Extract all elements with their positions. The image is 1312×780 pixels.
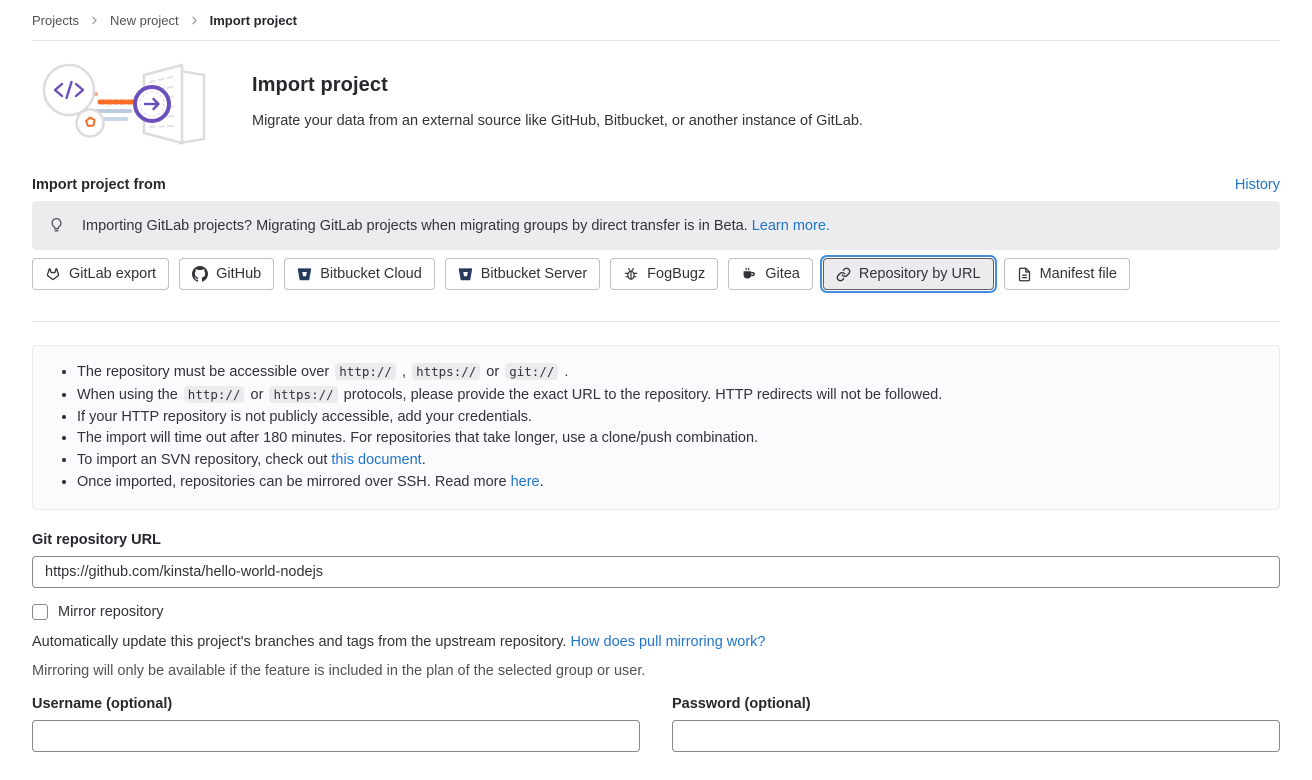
import-source-label: Repository by URL: [859, 266, 981, 282]
info-bullet: If your HTTP repository is not publicly …: [77, 407, 1263, 429]
import-illustration: [32, 61, 224, 149]
banner-text: Importing GitLab projects? Migrating Git…: [82, 218, 830, 234]
breadcrumb-new-project[interactable]: New project: [110, 13, 179, 28]
import-source-fogbugz[interactable]: FogBugz: [610, 258, 718, 290]
chevron-right-icon: [88, 14, 101, 27]
history-link[interactable]: History: [1235, 177, 1280, 193]
git-repo-url-label: Git repository URL: [32, 532, 1280, 548]
gitea-icon: [741, 266, 757, 282]
mirror-help-text: Automatically update this project's bran…: [32, 634, 1280, 650]
inline-link[interactable]: this document: [331, 452, 421, 468]
import-source-buttons: GitLab export GitHub Bitbucket Cloud Bit…: [32, 258, 1280, 290]
bitbucket-icon: [297, 267, 312, 282]
username-input[interactable]: [32, 720, 640, 752]
import-source-label: Gitea: [765, 266, 800, 282]
link-icon: [836, 267, 851, 282]
inline-link[interactable]: here: [511, 474, 540, 490]
inline-link[interactable]: Learn more.: [752, 218, 830, 234]
import-source-label: GitHub: [216, 266, 261, 282]
breadcrumb: Projects New project Import project: [32, 0, 1280, 41]
info-bullet: To import an SVN repository, check out t…: [77, 450, 1263, 472]
import-source-bitbucket-server[interactable]: Bitbucket Server: [445, 258, 600, 290]
page-header: Import project Migrate your data from an…: [32, 61, 1280, 149]
breadcrumb-import-project: Import project: [210, 13, 297, 28]
info-bullet: When using the http:// or https:// proto…: [77, 384, 1263, 407]
mirror-repository-row: Mirror repository: [32, 604, 1280, 620]
bug-icon: [623, 266, 639, 282]
credentials-row: Username (optional) Password (optional): [32, 696, 1280, 752]
mirror-note-text: Mirroring will only be available if the …: [32, 663, 1280, 679]
import-source-label: Bitbucket Cloud: [320, 266, 422, 282]
import-project-page: Projects New project Import project: [0, 0, 1312, 752]
info-bullet: Once imported, repositories can be mirro…: [77, 472, 1263, 494]
document-icon: [1017, 267, 1032, 282]
username-label: Username (optional): [32, 696, 640, 712]
import-from-label: Import project from: [32, 177, 166, 193]
import-from-section-header: Import project from History: [32, 177, 1280, 193]
import-source-repo-by-url[interactable]: Repository by URL: [823, 258, 994, 290]
beta-tip-banner: Importing GitLab projects? Migrating Git…: [32, 201, 1280, 250]
mirror-checkbox-label: Mirror repository: [58, 604, 164, 620]
github-icon: [192, 266, 208, 282]
mirror-checkbox[interactable]: [32, 604, 48, 620]
import-source-label: GitLab export: [69, 266, 156, 282]
breadcrumb-projects[interactable]: Projects: [32, 13, 79, 28]
git-repo-url-input[interactable]: [32, 556, 1280, 588]
import-source-github[interactable]: GitHub: [179, 258, 274, 290]
import-source-gitea[interactable]: Gitea: [728, 258, 813, 290]
repo-url-info-box: The repository must be accessible over h…: [32, 345, 1280, 510]
import-source-label: Manifest file: [1040, 266, 1117, 282]
info-bullet: The import will time out after 180 minut…: [77, 428, 1263, 450]
import-source-label: Bitbucket Server: [481, 266, 587, 282]
inline-link[interactable]: How does pull mirroring work?: [570, 634, 765, 650]
password-label: Password (optional): [672, 696, 1280, 712]
import-source-gitlab-export[interactable]: GitLab export: [32, 258, 169, 290]
import-source-label: FogBugz: [647, 266, 705, 282]
import-source-bitbucket-cloud[interactable]: Bitbucket Cloud: [284, 258, 435, 290]
gitlab-icon: [45, 266, 61, 282]
import-source-manifest-file[interactable]: Manifest file: [1004, 258, 1130, 290]
password-input[interactable]: [672, 720, 1280, 752]
info-bullet: The repository must be accessible over h…: [77, 361, 1263, 384]
chevron-right-icon: [188, 14, 201, 27]
page-subtitle: Migrate your data from an external sourc…: [252, 113, 863, 129]
bitbucket-icon: [458, 267, 473, 282]
lightbulb-icon: [48, 217, 65, 234]
page-title: Import project: [252, 74, 863, 97]
section-divider: [32, 321, 1280, 322]
